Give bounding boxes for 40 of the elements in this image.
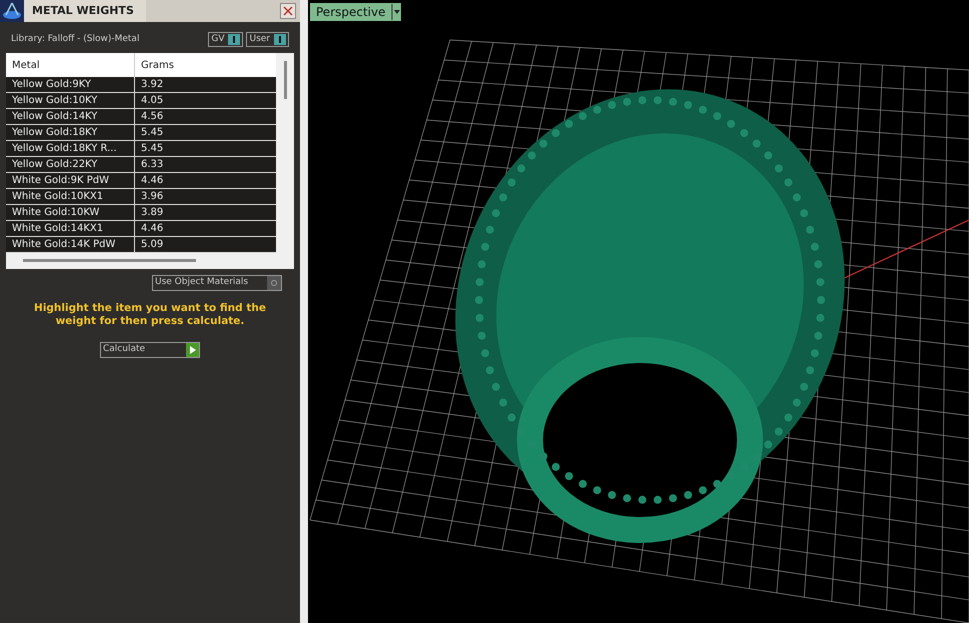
- calculate-button[interactable]: Calculate: [100, 342, 200, 358]
- library-label: Library: Falloff - (Slow)-Metal: [11, 32, 140, 46]
- table-cell[interactable]: 5.45: [135, 141, 276, 156]
- table-cell[interactable]: 4.56: [135, 109, 276, 124]
- toggle-button[interactable]: GV: [208, 32, 244, 47]
- table-cell[interactable]: 4.46: [135, 173, 276, 188]
- table-cell[interactable]: Yellow Gold:9KY: [6, 77, 135, 92]
- column-header: Grams: [140, 58, 175, 72]
- toggle-button[interactable]: User: [246, 32, 289, 47]
- play-icon: [186, 343, 199, 357]
- use-object-materials-toggle[interactable]: Use Object Materials: [152, 275, 282, 291]
- table-cell[interactable]: Yellow Gold:18KY: [6, 125, 135, 140]
- instruction-text: Highlight the item you want to find the weight for then press calculate.: [33, 302, 267, 328]
- toggle-label: User: [249, 32, 270, 46]
- horizontal-scrollbar[interactable]: [23, 259, 196, 262]
- table-cell[interactable]: 4.46: [135, 221, 276, 236]
- toggle-label: GV: [211, 32, 224, 46]
- table-cell[interactable]: Yellow Gold:22KY: [6, 157, 135, 172]
- table-cell[interactable]: 4.05: [135, 93, 276, 108]
- app-logo-icon: [2, 2, 22, 20]
- close-icon: [283, 6, 293, 16]
- table-cell[interactable]: 3.89: [135, 205, 276, 220]
- table-cell[interactable]: White Gold:14K PdW: [6, 237, 135, 252]
- table-cell[interactable]: White Gold:14KX1: [6, 221, 135, 236]
- table-cell[interactable]: 3.96: [135, 189, 276, 204]
- caret-icon: [390, 3, 400, 21]
- table-cell[interactable]: 5.45: [135, 125, 276, 140]
- vertical-scrollbar[interactable]: [284, 61, 286, 99]
- table-cell[interactable]: Yellow Gold:18KY R...: [6, 141, 135, 156]
- table-cell[interactable]: 6.33: [135, 157, 276, 172]
- close-button[interactable]: [280, 3, 296, 19]
- panel-title: METAL WEIGHTS: [24, 0, 146, 22]
- table-cell[interactable]: 5.09: [135, 237, 276, 252]
- table-cell[interactable]: White Gold:10KW: [6, 205, 135, 220]
- table-cell[interactable]: Yellow Gold:14KY: [6, 109, 135, 124]
- view-dropdown[interactable]: Perspective: [310, 3, 400, 21]
- table-cell[interactable]: White Gold:10KX1: [6, 189, 135, 204]
- table-cell[interactable]: White Gold:9K PdW: [6, 173, 135, 188]
- table-cell[interactable]: Yellow Gold:10KY: [6, 93, 135, 108]
- table-cell[interactable]: 3.92: [135, 77, 276, 92]
